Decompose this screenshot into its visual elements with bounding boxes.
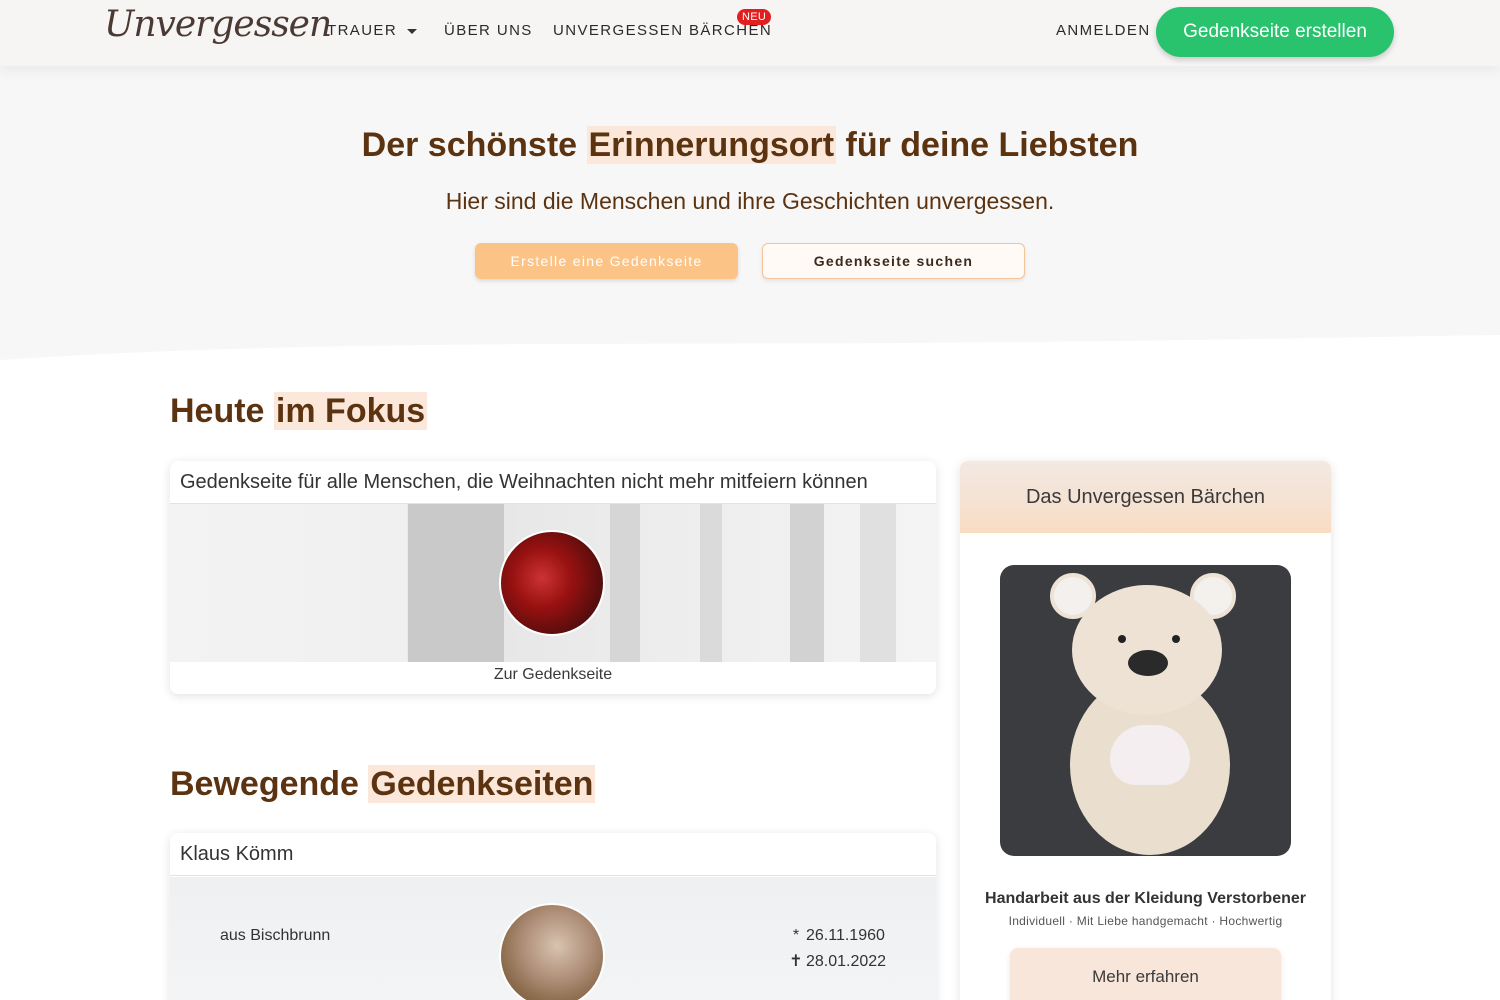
section-title-fokus: Heute im Fokus (170, 392, 428, 431)
baerchen-tags: Individuell · Mit Liebe handgemacht · Ho… (1008, 914, 1283, 928)
site-header: Unvergessen TRAUER ÜBER UNS UNVERGESSEN … (0, 0, 1500, 66)
hero-title-pre: Der schönste (361, 126, 587, 164)
tree-trunk (860, 504, 896, 662)
memorial-card[interactable]: Klaus Kömm aus Bischbrunn * 26.11.1960 ✝ 2… (170, 833, 936, 1000)
tree-trunk (790, 504, 824, 662)
nav-ueber-uns[interactable]: ÜBER UNS (444, 22, 533, 39)
tree-trunk (408, 504, 504, 662)
fokus-title-pre: Heute (170, 392, 274, 430)
bear-eye (1118, 635, 1126, 643)
login-link[interactable]: ANMELDEN (1056, 22, 1151, 39)
bear-eye (1172, 635, 1180, 643)
nav-trauer-label: TRAUER (327, 22, 398, 39)
bewegend-title-pre: Bewegende (170, 765, 369, 803)
hero-title: Der schönste Erinnerungsort für deine Li… (0, 126, 1500, 165)
bear-snout (1128, 650, 1168, 676)
baerchen-title: Das Unvergessen Bärchen (960, 461, 1331, 533)
birth-icon: * (792, 927, 800, 944)
fokus-card-title: Gedenkseite für alle Menschen, die Weihn… (170, 461, 936, 504)
cross-icon: ✝ (789, 953, 803, 970)
bear-heart (1110, 725, 1190, 785)
christmas-ornament-avatar (499, 530, 605, 636)
logo[interactable]: Unvergessen (104, 4, 332, 45)
section-title-bewegend: Bewegende Gedenkseiten (170, 765, 596, 804)
baerchen-caption: Handarbeit aus der Kleidung Verstorbener (985, 890, 1306, 907)
teddy-bear-image (1000, 565, 1291, 856)
nav-baerchen[interactable]: UNVERGESSEN BÄRCHEN (553, 22, 772, 39)
hero-wave-divider (0, 335, 1500, 375)
fokus-title-highlight: im Fokus (273, 392, 428, 430)
to-memorial-link[interactable]: Zur Gedenkseite (170, 666, 936, 684)
death-date-value: 28.01.2022 (806, 953, 887, 970)
baerchen-card: Das Unvergessen Bärchen Handarbeit aus d… (960, 461, 1331, 1000)
death-date: ✝ 28.01.2022 (788, 951, 886, 971)
birth-date-value: 26.11.1960 (806, 927, 885, 944)
search-memorial-button[interactable]: Gedenkseite suchen (762, 243, 1025, 279)
chevron-down-icon (407, 28, 418, 34)
neu-badge: NEU (737, 9, 772, 25)
hero-title-post: für deine Liebsten (836, 126, 1139, 164)
birth-date: * 26.11.1960 (788, 927, 885, 945)
bewegend-title-highlight: Gedenkseiten (368, 765, 596, 803)
tree-trunk (610, 504, 640, 662)
memorial-location: aus Bischbrunn (220, 927, 331, 944)
hero-title-highlight: Erinnerungsort (586, 126, 837, 164)
nav-trauer[interactable]: TRAUER (327, 22, 418, 39)
create-memorial-button[interactable]: Gedenkseite erstellen (1156, 7, 1394, 57)
learn-more-button[interactable]: Mehr erfahren (1010, 948, 1281, 1000)
create-memorial-hero-button[interactable]: Erstelle eine Gedenkseite (475, 243, 738, 279)
memorial-name: Klaus Kömm (170, 833, 936, 876)
hero-subtitle: Hier sind die Menschen und ihre Geschich… (445, 188, 1055, 214)
fokus-card[interactable]: Gedenkseite für alle Menschen, die Weihn… (170, 461, 936, 694)
tree-trunk (700, 504, 722, 662)
memorial-avatar (499, 903, 605, 1000)
